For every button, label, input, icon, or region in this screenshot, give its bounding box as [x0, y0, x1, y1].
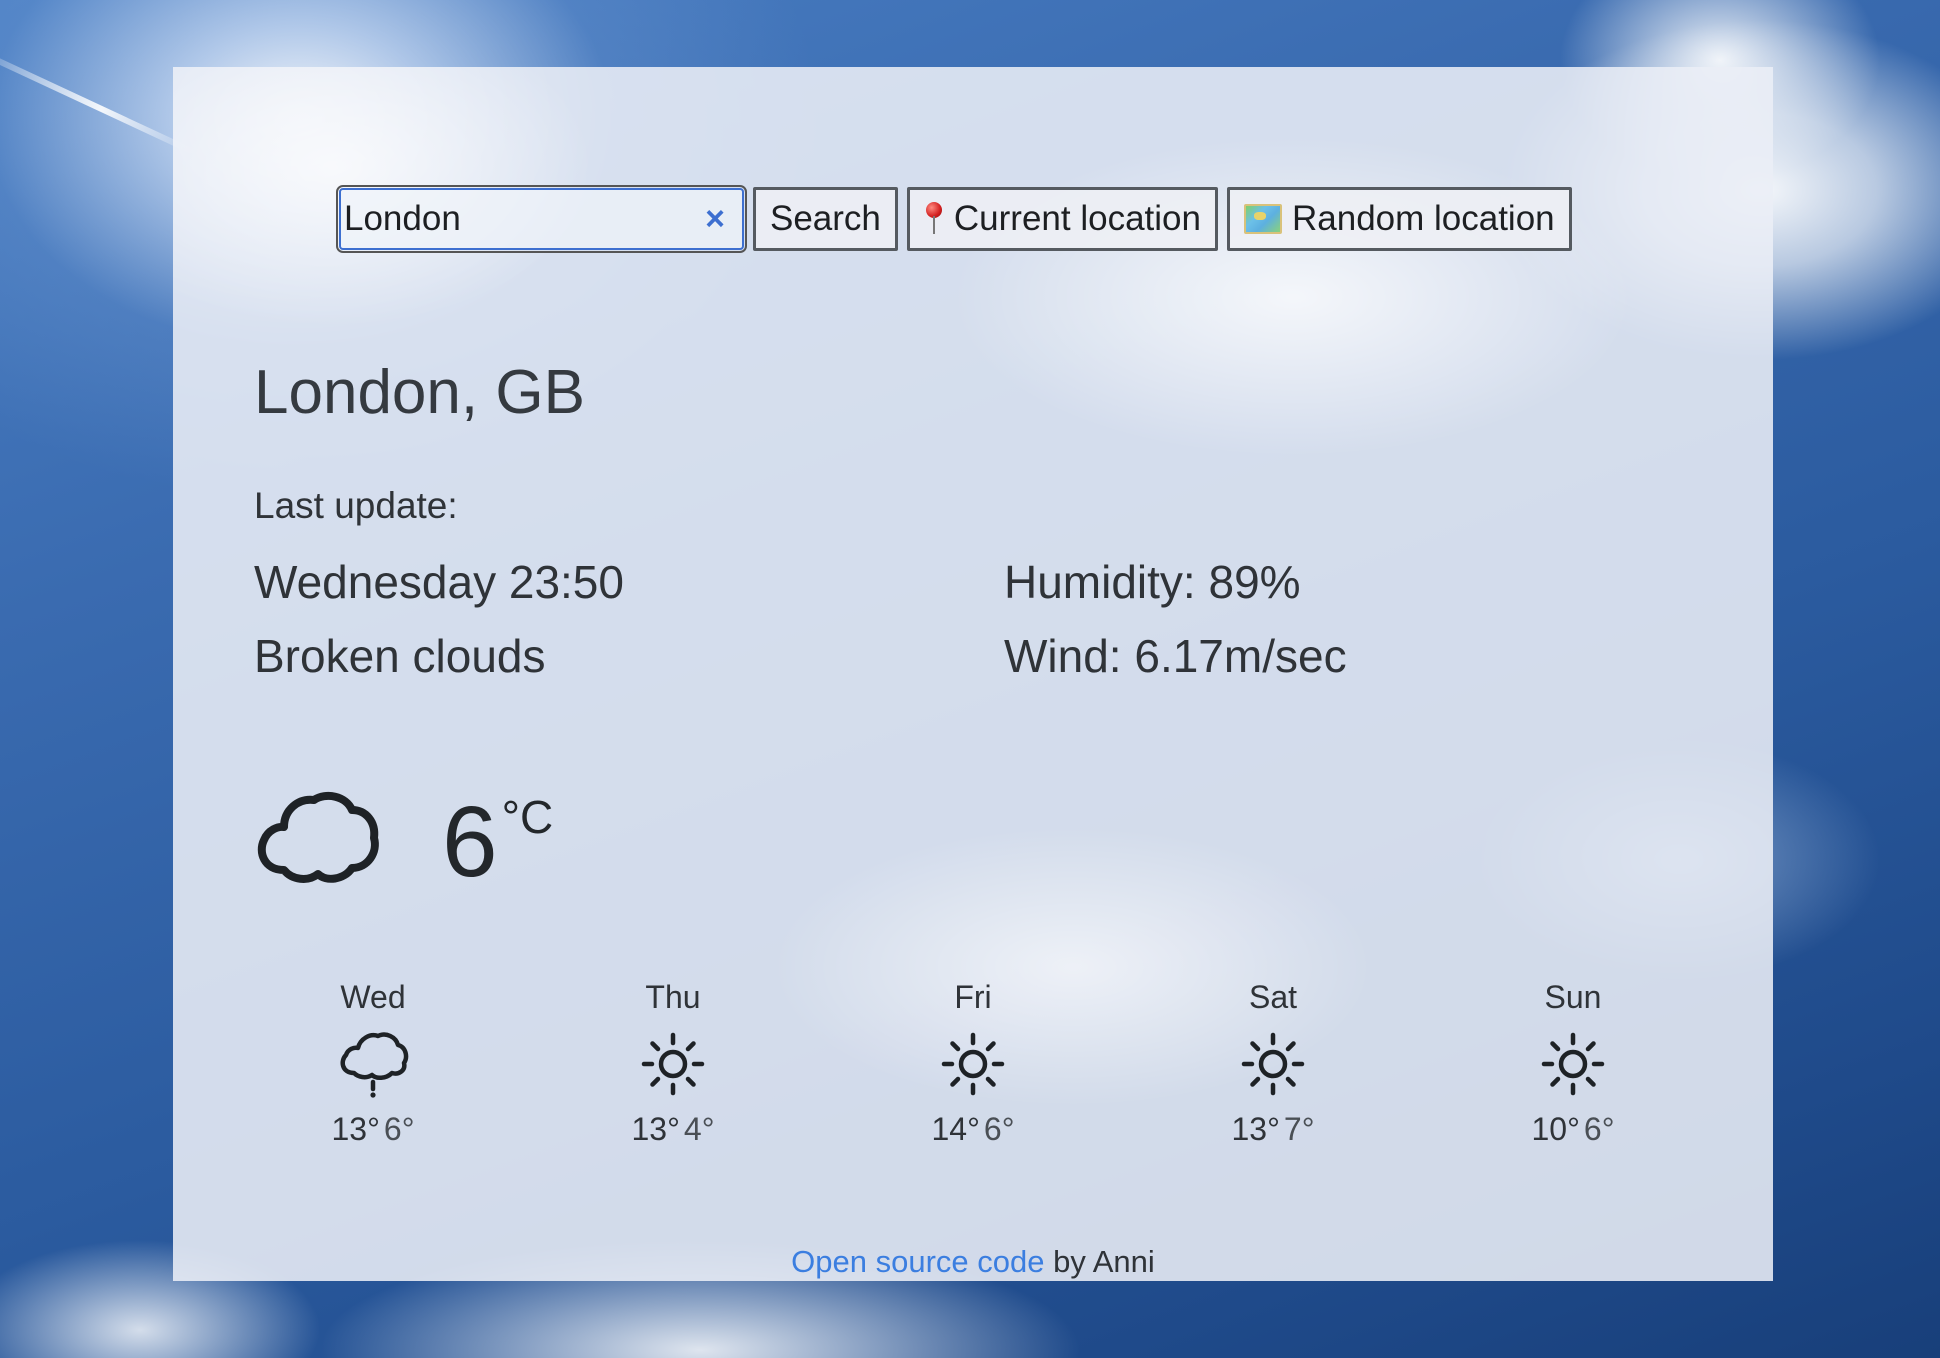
forecast-day: Thu 13° 4°	[573, 977, 773, 1148]
forecast-day: Wed 13° 6°	[273, 977, 473, 1148]
forecast-min: 6°	[983, 1111, 1015, 1147]
world-map-icon	[1243, 204, 1282, 234]
forecast-day-name: Thu	[645, 979, 701, 1015]
humidity: Humidity: 89%	[1004, 556, 1301, 608]
forecast-min: 6°	[1583, 1111, 1615, 1147]
temperature-unit: °C	[501, 791, 554, 843]
current-location-button[interactable]: Current location	[906, 187, 1218, 251]
current-temperature: 6	[442, 786, 498, 898]
forecast: Wed 13° 6° Thu 13° 4° Fri 14° 6° Sat 13°…	[213, 977, 1753, 1157]
forecast-max: 13°	[631, 1111, 680, 1147]
search-button[interactable]: Search	[753, 187, 898, 251]
current-location-label: Current location	[953, 199, 1201, 238]
forecast-day: Sun 10° 6°	[1473, 977, 1673, 1148]
sun-icon	[641, 1032, 705, 1096]
forecast-day: Sat 13° 7°	[1173, 977, 1373, 1148]
forecast-min: 7°	[1283, 1111, 1315, 1147]
forecast-temps: 13° 7°	[1173, 1111, 1373, 1148]
last-update-label: Last update:	[254, 485, 458, 526]
sun-icon	[1541, 1032, 1605, 1096]
search-button-label: Search	[770, 199, 881, 238]
sun-icon	[941, 1032, 1005, 1096]
forecast-max: 14°	[931, 1111, 980, 1147]
pin-icon	[924, 202, 944, 236]
forecast-max: 10°	[1531, 1111, 1580, 1147]
weather-card: × Search Current location Random locatio…	[173, 67, 1773, 1281]
footer: Open source code by Anni	[173, 1244, 1773, 1280]
forecast-min: 6°	[383, 1111, 415, 1147]
open-source-link[interactable]: Open source code	[791, 1244, 1044, 1279]
random-location-button[interactable]: Random location	[1226, 187, 1572, 251]
rain-cloud-icon	[340, 1032, 409, 1098]
weather-description: Broken clouds	[254, 630, 546, 682]
forecast-max: 13°	[331, 1111, 380, 1147]
city-name: London, GB	[254, 358, 585, 427]
forecast-day: Fri 14° 6°	[873, 977, 1073, 1148]
forecast-min: 4°	[683, 1111, 715, 1147]
wind: Wind: 6.17m/sec	[1004, 630, 1347, 682]
search-input[interactable]	[341, 199, 684, 239]
current-details-left: Wednesday 23:50 Broken clouds	[254, 545, 624, 693]
forecast-temps: 14° 6°	[873, 1111, 1073, 1148]
search-form: × Search Current location Random locatio…	[336, 185, 1572, 253]
forecast-temps: 13° 6°	[273, 1111, 473, 1148]
search-box[interactable]: ×	[336, 185, 747, 253]
random-location-label: Random location	[1291, 199, 1555, 238]
forecast-max: 13°	[1231, 1111, 1280, 1147]
forecast-day-name: Sun	[1544, 979, 1602, 1015]
forecast-day-name: Wed	[340, 979, 406, 1015]
cloud-icon	[257, 791, 379, 883]
last-update-datetime: Wednesday 23:50	[254, 556, 624, 608]
sunlight-ray	[0, 40, 197, 156]
clear-icon[interactable]: ×	[698, 202, 732, 236]
sun-icon	[1241, 1032, 1305, 1096]
current-temperature-block: 6 °C	[254, 782, 553, 892]
current-details-right: Humidity: 89% Wind: 6.17m/sec	[1004, 545, 1347, 693]
forecast-day-name: Fri	[954, 979, 992, 1015]
forecast-temps: 10° 6°	[1473, 1111, 1673, 1148]
forecast-day-name: Sat	[1248, 979, 1298, 1015]
footer-author: by Anni	[1044, 1244, 1155, 1279]
forecast-temps: 13° 4°	[573, 1111, 773, 1148]
